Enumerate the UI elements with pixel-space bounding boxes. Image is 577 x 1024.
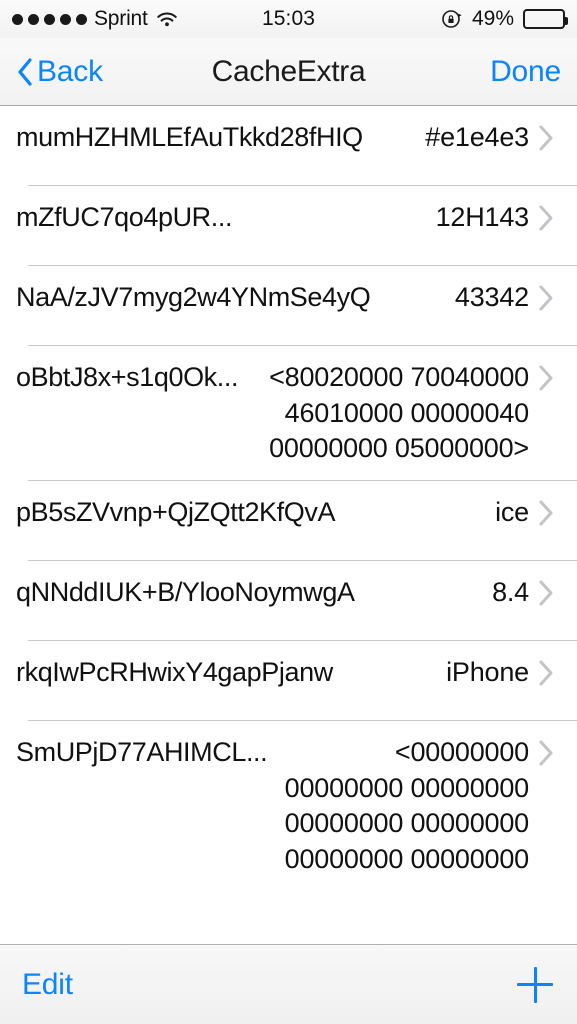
chevron-right-icon [529,120,563,152]
bottom-toolbar: Edit [0,944,577,1024]
chevron-right-icon [529,735,563,767]
navigation-bar: Back CacheExtra Done [0,38,577,106]
chevron-right-icon [529,495,563,527]
table-row[interactable]: qNNddIUK+B/YlooNoymwgA 8.4 [0,560,577,641]
row-key-label: pB5sZVvnp+QjZQtt2KfQvA [16,496,336,527]
table-row[interactable]: pB5sZVvnp+QjZQtt2KfQvA ice [0,480,577,561]
chevron-right-icon [529,575,563,607]
row-key-label: SmUPjD77AHIMCL... [16,736,268,767]
table-row[interactable]: rkqIwPcRHwixY4gapPjanw iPhone [0,640,577,721]
row-key-label: qNNddIUK+B/YlooNoymwgA [16,576,355,607]
battery-percent-label: 49% [471,7,514,30]
status-bar-right: 49% [441,7,568,31]
table-row[interactable]: mZfUC7qo4pUR... 12H143 [0,186,577,266]
table-row[interactable]: SmUPjD77AHIMCL... <00000000 00000000 0000… [0,720,577,878]
cache-entries-scroll-area[interactable]: mumHZHMLEfAuTkkd28fHIQ #e1e4e3 mZfUC7qo4pU… [0,106,577,944]
app-root: Sprint 15:03 49% Back CacheExtra Done mu… [0,0,577,1024]
rotation-lock-icon [441,8,463,30]
row-key-label: mZfUC7qo4pUR... [16,202,233,232]
table-row[interactable]: NaA/zJV7myg2w4YNmSe4yQ 43342 [0,266,577,346]
row-value-label: iPhone [446,656,529,687]
row-value-label: 43342 [454,282,529,312]
plus-icon[interactable] [515,965,555,1005]
chevron-right-icon [529,655,563,687]
row-key-label: oBbtJ8x+s1q0Ok... [16,362,239,392]
chevron-right-icon [529,360,563,392]
row-key-label: NaA/zJV7myg2w4YNmSe4yQ [16,282,371,312]
row-value-label: #e1e4e3 [425,122,529,152]
chevron-right-icon [529,280,563,312]
edit-button[interactable]: Edit [22,968,73,1002]
table-row[interactable]: oBbtJ8x+s1q0Ok... <80020000 70040000 4601… [0,346,577,481]
cache-entries-list: mumHZHMLEfAuTkkd28fHIQ #e1e4e3 mZfUC7qo4pU… [0,106,577,878]
table-row[interactable]: mumHZHMLEfAuTkkd28fHIQ #e1e4e3 [0,106,577,186]
row-key-label: mumHZHMLEfAuTkkd28fHIQ [16,122,363,152]
chevron-right-icon [529,200,563,232]
battery-icon [523,9,568,29]
row-key-label: rkqIwPcRHwixY4gapPjanw [16,656,333,687]
row-value-label: ice [495,496,529,527]
status-bar: Sprint 15:03 49% [0,0,577,38]
done-button[interactable]: Done [490,55,561,89]
row-value-label: <00000000 00000000 00000000 00000000 000… [284,736,530,874]
row-value-label: 12H143 [435,202,530,232]
row-value-label: <80020000 70040000 46010000 00000040 000… [269,362,529,464]
back-button[interactable]: Back [16,55,103,89]
chevron-left-icon [16,57,34,87]
back-button-label: Back [37,54,103,88]
row-value-label: 8.4 [492,576,529,607]
